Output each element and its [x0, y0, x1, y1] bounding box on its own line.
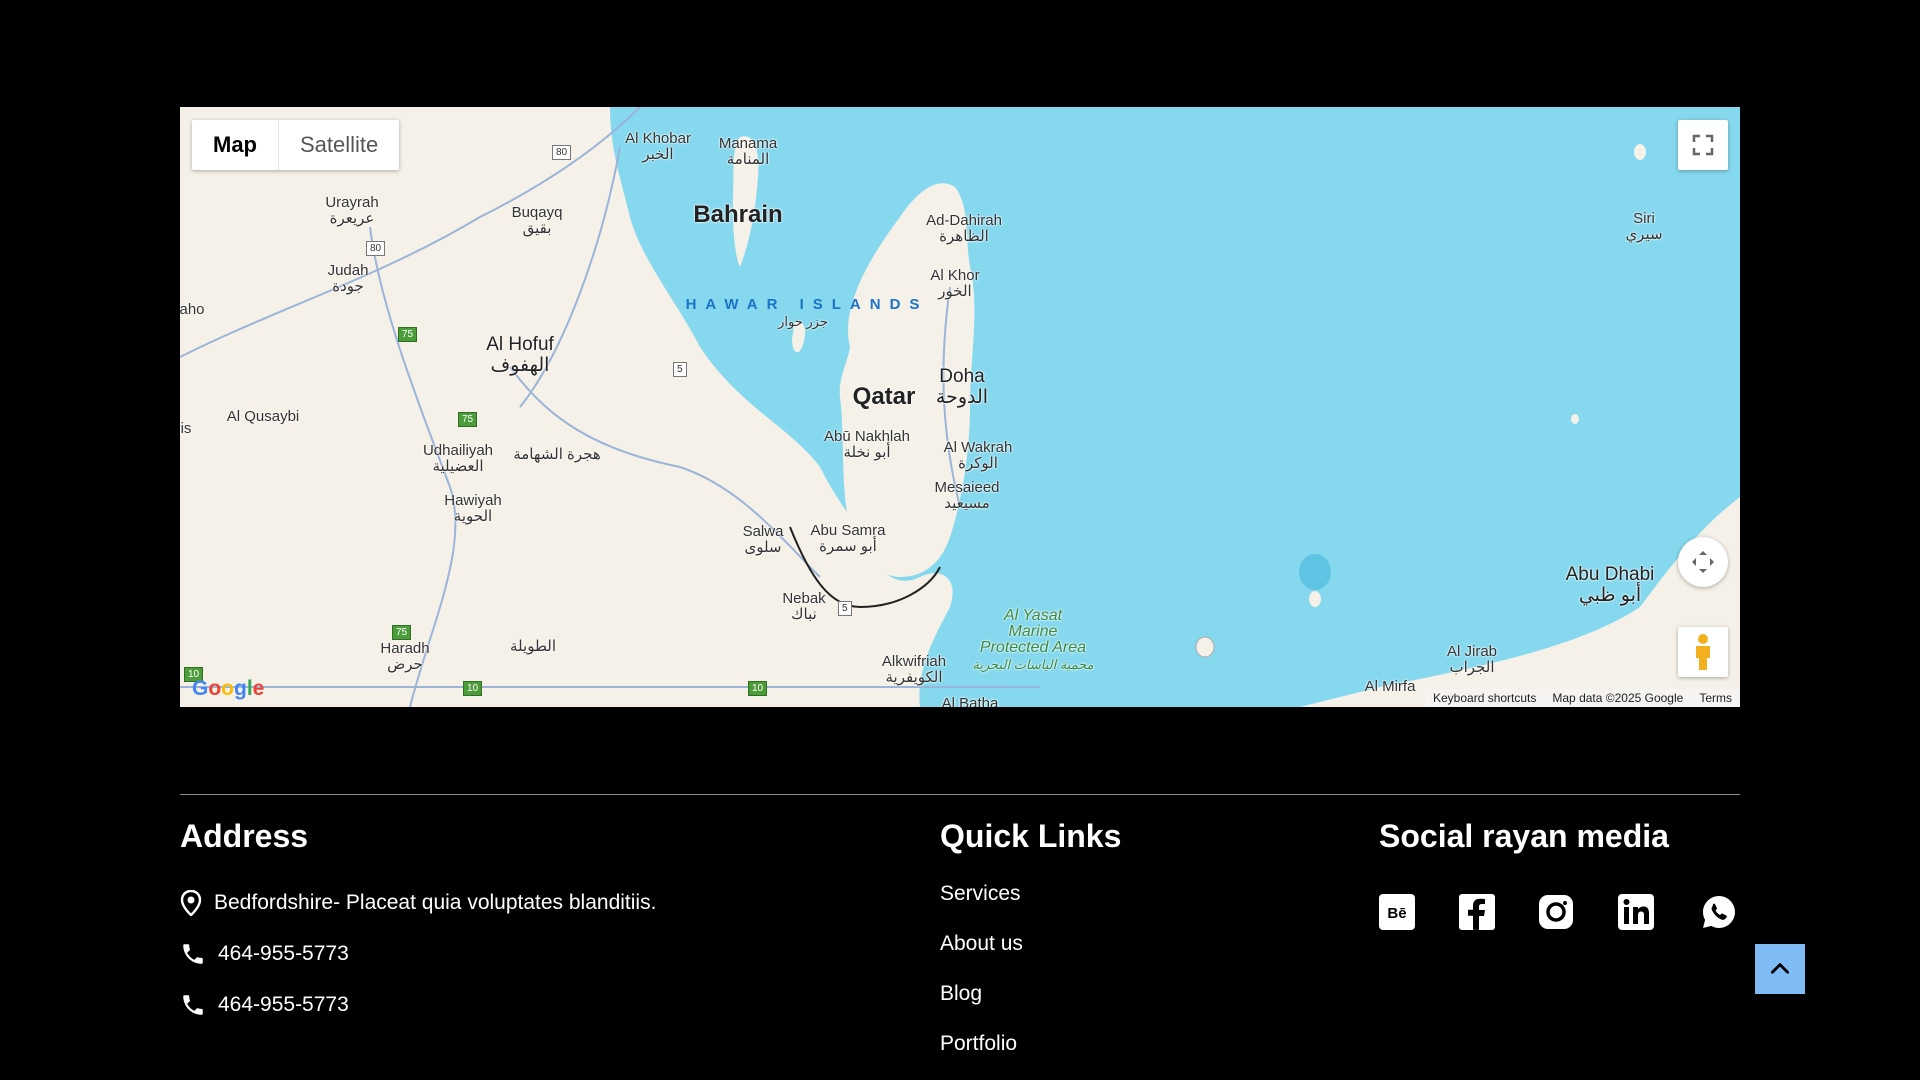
- road-shield: 80: [366, 241, 386, 256]
- map-label-aho: aho: [180, 301, 205, 318]
- map-label-buqayq: Buqayq بقيق: [511, 204, 563, 237]
- svg-text:Bē: Bē: [1387, 905, 1406, 922]
- map-label-al-mirfa: Al Mirfa: [1364, 678, 1416, 695]
- map-label-al-jirab: Al Jirab الجراب: [1446, 643, 1498, 676]
- map-label-al-khor: Al Khor الخور: [930, 267, 980, 300]
- google-logo: Google: [192, 677, 265, 700]
- keyboard-shortcuts-link[interactable]: Keyboard shortcuts: [1425, 691, 1544, 705]
- map-label-hawar-ar: جزر حوار: [778, 314, 828, 329]
- map-type-control: Map Satellite: [192, 120, 400, 170]
- map-label-manama: Manama المنامة: [718, 135, 778, 168]
- address-location: Bedfordshire- Placeat quia voluptates bl…: [180, 890, 656, 916]
- camera-move-icon: [1692, 551, 1714, 573]
- road-shield: 10: [463, 681, 483, 696]
- phone-icon: [183, 944, 203, 964]
- map-label-qatar: Qatar: [852, 383, 916, 410]
- map-attribution: Keyboard shortcuts Map data ©2025 Google…: [1425, 689, 1740, 707]
- address-title: Address: [180, 818, 309, 854]
- map-type-satellite-button[interactable]: Satellite: [279, 120, 399, 170]
- map-label-al-yasat-ar: محمية الياسات البحرية: [972, 657, 1094, 672]
- map-label-is: is: [180, 420, 192, 437]
- map-label-abu-samra: Abu Samra أبو سمرة: [810, 522, 886, 555]
- phone-text[interactable]: 464-955-5773: [218, 942, 349, 966]
- phone-text[interactable]: 464-955-5773: [218, 993, 349, 1017]
- map-label-urayrah: Urayrah عريعرة: [325, 194, 379, 227]
- linkedin-link[interactable]: [1614, 890, 1658, 934]
- google-map[interactable]: Bahrain Qatar Doha الدوحة Manama المنامة A…: [180, 107, 1740, 707]
- map-label-al-khobar: Al Khobar الخبر: [625, 130, 691, 163]
- footer-divider: [180, 794, 1740, 795]
- social-title: Social rayan media: [1379, 818, 1669, 854]
- road-shield: 75: [458, 412, 478, 427]
- map-label-mesaieed: Mesaieed مسيعيد: [934, 479, 1000, 512]
- road-shield: 75: [392, 625, 412, 640]
- map-label-nebak: Nebak نباك: [782, 590, 826, 623]
- road-shield: 5: [673, 362, 687, 377]
- behance-link[interactable]: Bē: [1375, 890, 1419, 934]
- terms-link[interactable]: Terms: [1691, 691, 1740, 705]
- link-portfolio[interactable]: Portfolio: [940, 1032, 1017, 1056]
- map-label-doha: Doha الدوحة: [935, 366, 989, 408]
- scroll-to-top-button[interactable]: [1755, 944, 1805, 994]
- whatsapp-link[interactable]: [1697, 890, 1741, 934]
- map-label-siri: Siri سيري: [1625, 210, 1663, 243]
- camera-control-button[interactable]: [1678, 537, 1728, 587]
- location-pin-icon: [180, 890, 202, 916]
- link-services[interactable]: Services: [940, 882, 1021, 906]
- map-label-salwa: Salwa سلوى: [742, 523, 784, 556]
- map-label-hijrat-shahama: هجرة الشهامة: [513, 446, 601, 463]
- map-label-abu-nakhlah: Abū Nakhlah أبو نخلة: [824, 428, 910, 461]
- map-label-al-hofuf: Al Hofuf الهفوف: [486, 334, 554, 376]
- map-label-abu-dhabi: Abu Dhabi أبو ظبي: [1565, 564, 1655, 606]
- link-about-us[interactable]: About us: [940, 932, 1023, 956]
- map-label-judah: Judah جودة: [327, 262, 369, 295]
- map-label-hawiyah: Hawiyah الحوية: [444, 492, 502, 525]
- map-type-map-button[interactable]: Map: [192, 120, 279, 170]
- fullscreen-icon: [1692, 134, 1714, 156]
- map-label-alkwifriah: Alkwifriah الكويفرية: [881, 653, 947, 686]
- fullscreen-button[interactable]: [1678, 120, 1728, 170]
- map-label-ad-dahirah: Ad-Dahirah الظاهرة: [926, 212, 1002, 245]
- road-shield: 75: [398, 327, 418, 342]
- phone-icon: [183, 995, 203, 1015]
- phone-row-1: 464-955-5773: [180, 941, 349, 967]
- address-text: Bedfordshire- Placeat quia voluptates bl…: [214, 891, 657, 914]
- pegman-icon: [1696, 634, 1710, 670]
- whatsapp-icon: [1703, 896, 1735, 928]
- road-shield: 10: [748, 681, 768, 696]
- chevron-up-icon: [1771, 963, 1789, 974]
- linkedin-icon: [1618, 894, 1654, 930]
- instagram-link[interactable]: [1534, 890, 1578, 934]
- map-label-al-yasat: Al Yasat Marine Protected Area: [979, 607, 1087, 656]
- road-shield: 80: [552, 145, 572, 160]
- map-label-haradh: Haradh حرض: [380, 640, 430, 673]
- road-shield: 5: [838, 601, 852, 616]
- map-data-text: Map data ©2025 Google: [1552, 691, 1684, 705]
- street-view-pegman[interactable]: [1678, 627, 1728, 677]
- map-label-bahrain: Bahrain: [693, 201, 783, 228]
- map-label-tawilah: الطويلة: [510, 638, 556, 655]
- link-blog[interactable]: Blog: [940, 982, 982, 1006]
- map-label-al-batha: Al Batha: [941, 695, 999, 708]
- map-label-al-qusaybi: Al Qusaybi: [226, 408, 300, 425]
- map-label-al-wakrah: Al Wakrah الوكرة: [943, 439, 1013, 472]
- behance-icon: Bē: [1379, 894, 1415, 930]
- quick-links-title: Quick Links: [940, 818, 1122, 854]
- map-label-udhailiyah: Udhailiyah العضيلية: [422, 442, 494, 475]
- facebook-link[interactable]: [1455, 890, 1499, 934]
- map-label-hawar-islands: HAWAR ISLANDS: [685, 296, 929, 313]
- instagram-icon: [1539, 895, 1573, 929]
- phone-row-2: 464-955-5773: [180, 992, 349, 1018]
- facebook-icon: [1459, 894, 1495, 930]
